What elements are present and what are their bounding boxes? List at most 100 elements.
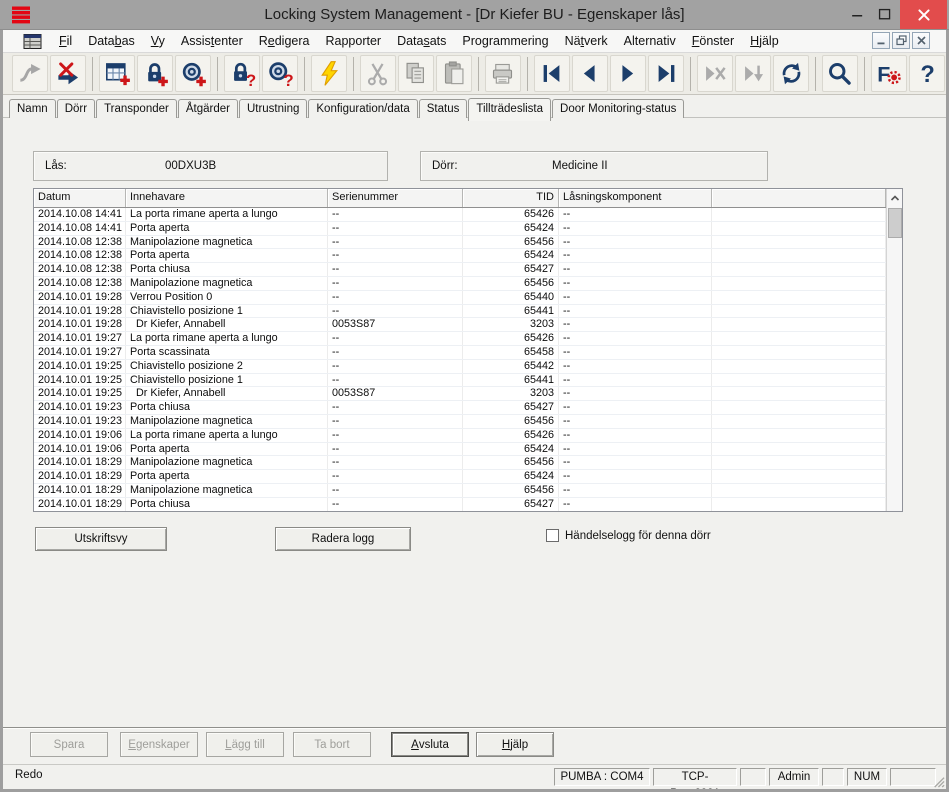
event-log-checkbox-row: Händelselogg för denna dörr — [546, 529, 711, 542]
table-cell — [712, 387, 886, 400]
table-row[interactable]: 2014.10.01 18:29Porta chiusa--65427-- — [34, 498, 886, 511]
program-lightning-button[interactable] — [311, 55, 347, 92]
tab-d-rr[interactable]: Dörr — [57, 99, 95, 118]
column-header-serienummer[interactable]: Serienummer — [328, 189, 463, 207]
column-header-datum[interactable]: Datum — [34, 189, 126, 207]
menu-rapporter[interactable]: Rapporter — [317, 34, 389, 48]
table-row[interactable]: 2014.10.01 19:28Chiavistello posizione 1… — [34, 305, 886, 319]
minimize-button[interactable] — [845, 0, 871, 29]
menu-hj-lp[interactable]: Hjälp — [742, 34, 787, 48]
table-row[interactable]: 2014.10.01 19:27La porta rimane aperta a… — [34, 332, 886, 346]
refresh-button[interactable] — [773, 55, 809, 92]
menu-fil[interactable]: Fil — [51, 34, 80, 48]
table-cell: -- — [559, 236, 712, 249]
tab-transponder[interactable]: Transponder — [96, 99, 177, 118]
table-cell: Porta chiusa — [126, 498, 328, 511]
dialog-separator — [3, 727, 946, 729]
column-header-tid[interactable]: TID — [463, 189, 559, 207]
new-locking-plan-button[interactable] — [99, 55, 135, 92]
tab-tg-rder[interactable]: Åtgärder — [178, 99, 238, 118]
table-cell: -- — [559, 387, 712, 400]
table-cell: -- — [559, 291, 712, 304]
read-lock-button[interactable]: ? — [224, 55, 260, 92]
avsluta-button[interactable]: Avsluta — [391, 732, 469, 757]
resize-grip-icon[interactable] — [930, 773, 945, 788]
table-row[interactable]: 2014.10.08 12:38Porta chiusa--65427-- — [34, 263, 886, 277]
mdi-close-button[interactable] — [912, 32, 930, 49]
hj-lp-button[interactable]: Hjälp — [476, 732, 554, 757]
maximize-button[interactable] — [872, 0, 898, 29]
cut-button — [360, 55, 396, 92]
menu-vy[interactable]: Vy — [143, 34, 173, 48]
vertical-scrollbar[interactable] — [886, 189, 902, 511]
tab-tilltr-deslista[interactable]: Tillträdeslista — [468, 98, 551, 121]
previous-record-button[interactable] — [572, 55, 608, 92]
table-row[interactable]: 2014.10.01 19:28Verrou Position 0--65440… — [34, 291, 886, 305]
table-row[interactable]: 2014.10.08 12:38Manipolazione magnetica-… — [34, 236, 886, 250]
column-header-innehavare[interactable]: Innehavare — [126, 189, 328, 207]
read-transponder-button[interactable]: ? — [262, 55, 298, 92]
table-row[interactable]: 2014.10.08 12:38Porta aperta--65424-- — [34, 249, 886, 263]
exit-cross-arrow-button[interactable] — [50, 55, 86, 92]
table-row[interactable]: 2014.10.01 19:06Porta aperta--65424-- — [34, 443, 886, 457]
commit-record-icon — [740, 60, 767, 87]
help-button[interactable]: ? — [909, 55, 945, 92]
menu-databas[interactable]: Databas — [80, 34, 143, 48]
table-cell — [712, 443, 886, 456]
door-label: Dörr: — [432, 160, 552, 172]
menu-n-tverk[interactable]: Nätverk — [557, 34, 616, 48]
status-empty — [822, 768, 844, 786]
scroll-up-icon[interactable] — [887, 189, 903, 206]
table-row[interactable]: 2014.10.01 19:23Porta chiusa--65427-- — [34, 401, 886, 415]
tab-konfiguration-data[interactable]: Konfiguration/data — [308, 99, 417, 118]
menu-redigera[interactable]: Redigera — [251, 34, 318, 48]
first-record-button[interactable] — [534, 55, 570, 92]
scrollbar-thumb[interactable] — [888, 208, 902, 238]
lock-field-group: Lås: 00DXU3B — [33, 151, 388, 181]
table-row[interactable]: 2014.10.01 19:27Porta scassinata--65458-… — [34, 346, 886, 360]
table-cell: -- — [559, 484, 712, 497]
clear-log-button[interactable]: Radera logg — [275, 527, 411, 551]
menu-assistenter[interactable]: Assistenter — [173, 34, 251, 48]
table-row[interactable]: 2014.10.01 18:29Manipolazione magnetica-… — [34, 484, 886, 498]
tab-namn[interactable]: Namn — [9, 99, 56, 118]
tab-status[interactable]: Status — [419, 99, 468, 118]
first-record-icon — [538, 60, 565, 87]
menu-datasats[interactable]: Datasats — [389, 34, 454, 48]
last-record-button[interactable] — [648, 55, 684, 92]
filter-settings-button[interactable]: F — [871, 55, 907, 92]
mdi-restore-button[interactable] — [892, 32, 910, 49]
search-button[interactable] — [822, 55, 858, 92]
new-lock-button[interactable] — [137, 55, 173, 92]
table-row[interactable]: 2014.10.08 12:38Manipolazione magnetica-… — [34, 277, 886, 291]
menu-alternativ[interactable]: Alternativ — [616, 34, 684, 48]
menu-f-nster[interactable]: Fönster — [684, 34, 742, 48]
table-row[interactable]: 2014.10.01 19:25Chiavistello posizione 1… — [34, 374, 886, 388]
next-record-icon — [614, 60, 641, 87]
tab-utrustning[interactable]: Utrustning — [239, 99, 307, 118]
help-icon: ? — [913, 60, 940, 87]
table-row[interactable]: 2014.10.01 19:25Chiavistello posizione 2… — [34, 360, 886, 374]
tab-door-monitoring-status[interactable]: Door Monitoring-status — [552, 99, 684, 118]
table-row[interactable]: 2014.10.01 18:29Porta aperta--65424-- — [34, 470, 886, 484]
menu-programmering[interactable]: Programmering — [454, 34, 556, 48]
print-view-button[interactable]: Utskriftsvy — [35, 527, 167, 551]
table-cell: -- — [559, 332, 712, 345]
commit-record-button — [735, 55, 771, 92]
table-row[interactable]: 2014.10.01 19:06La porta rimane aperta a… — [34, 429, 886, 443]
next-record-button[interactable] — [610, 55, 646, 92]
event-log-checkbox[interactable] — [546, 529, 559, 542]
table-row[interactable]: 2014.10.01 19:28 Dr Kiefer, Annabell0053… — [34, 318, 886, 332]
table-row[interactable]: 2014.10.01 19:23Manipolazione magnetica-… — [34, 415, 886, 429]
mdi-minimize-button[interactable] — [872, 32, 890, 49]
new-transponder-button[interactable] — [175, 55, 211, 92]
table-row[interactable]: 2014.10.08 14:41Porta aperta--65424-- — [34, 222, 886, 236]
column-header-item[interactable] — [712, 189, 886, 207]
status-empty — [740, 768, 766, 786]
close-button[interactable] — [900, 0, 947, 29]
table-row[interactable]: 2014.10.08 14:41La porta rimane aperta a… — [34, 208, 886, 222]
table-row[interactable]: 2014.10.01 19:25 Dr Kiefer, Annabell0053… — [34, 387, 886, 401]
table-row[interactable]: 2014.10.01 18:29Manipolazione magnetica-… — [34, 456, 886, 470]
column-header-l-sningskomponent[interactable]: Låsningskomponent — [559, 189, 712, 207]
table-cell: Porta aperta — [126, 249, 328, 262]
